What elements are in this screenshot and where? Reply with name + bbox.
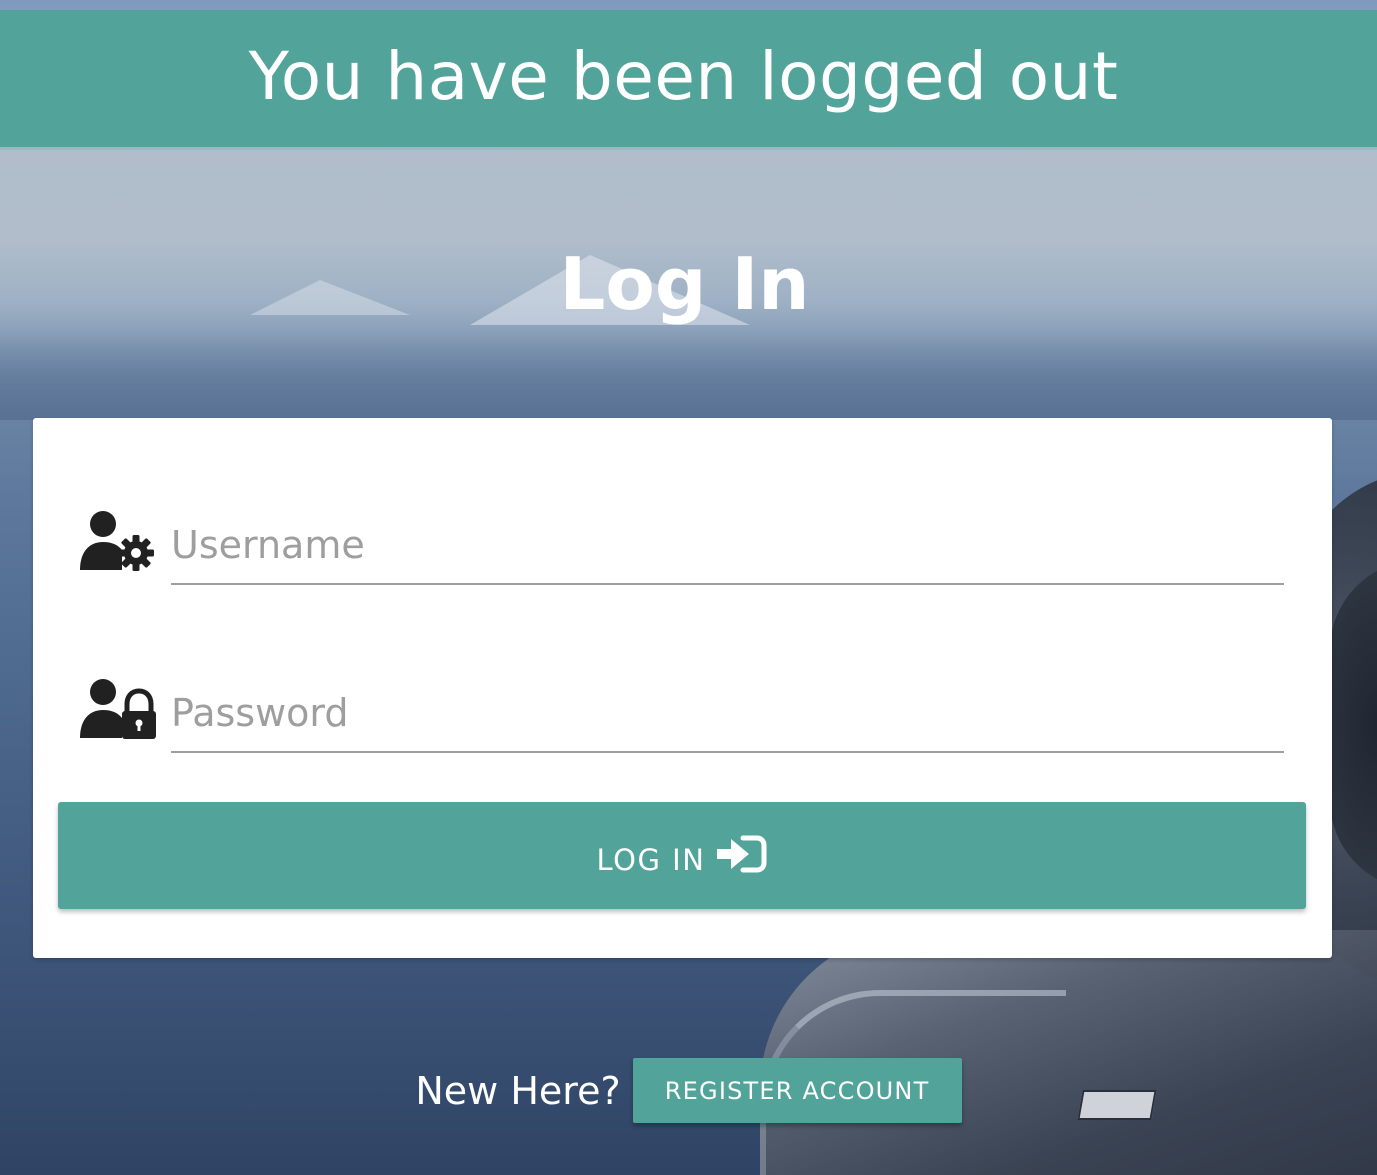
logout-banner: You have been logged out xyxy=(0,10,1377,147)
password-row xyxy=(80,674,1284,764)
register-account-button[interactable]: REGISTER ACCOUNT xyxy=(632,1058,962,1123)
sign-in-icon xyxy=(717,835,767,876)
register-row: New Here? REGISTER ACCOUNT xyxy=(0,1058,1377,1123)
logout-message: You have been logged out xyxy=(248,38,1119,115)
login-form: LOG IN xyxy=(33,418,1332,958)
login-button-label: LOG IN xyxy=(596,842,706,877)
username-input[interactable] xyxy=(171,506,1284,585)
new-here-prompt: New Here? xyxy=(415,1068,621,1113)
password-input[interactable] xyxy=(171,674,1284,753)
user-lock-icon xyxy=(80,678,156,740)
login-button[interactable]: LOG IN xyxy=(58,802,1306,909)
page: You have been logged out Log In Username… xyxy=(0,0,1377,1175)
user-gear-icon xyxy=(80,510,156,572)
page-title: Log In xyxy=(559,242,810,326)
background-ridge xyxy=(0,330,1377,420)
username-row xyxy=(80,506,1284,596)
